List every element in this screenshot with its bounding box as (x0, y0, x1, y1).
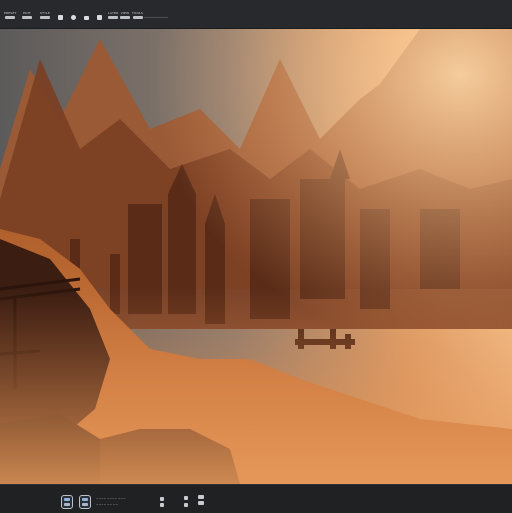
small-icon[interactable] (198, 501, 204, 505)
toolbar-item-tools[interactable]: TOOLS (132, 9, 143, 21)
toolbar-item-indicator (132, 15, 143, 19)
toolbar-item-indicator (108, 15, 119, 19)
toolbar-item-label: PRESET (4, 10, 17, 15)
small-icon[interactable] (184, 503, 188, 507)
fantasy-landscape-image (0, 29, 512, 484)
toolbar-item-edit[interactable]: EDIT (22, 9, 32, 21)
small-icon[interactable] (198, 495, 204, 499)
app-icon-2[interactable] (79, 495, 91, 509)
circle-tool-icon[interactable] (71, 15, 76, 20)
image-canvas[interactable] (0, 29, 512, 484)
toolbar-item-label: TOOLS (132, 10, 144, 15)
toolbar-item-indicator (40, 15, 51, 19)
small-icon[interactable] (184, 496, 188, 500)
toolbar-item-label: VIEW (120, 10, 130, 15)
toolbar-item-label: STYLE (40, 10, 51, 15)
toolbar-item-label: EDIT (23, 10, 31, 15)
bottom-dock: ~~~~ ~~~~ ~~~ ~~~~ ~~ ~~ (0, 484, 512, 513)
brush-icon[interactable] (58, 15, 63, 20)
toolbar-item-indicator (5, 15, 16, 19)
menu-icon[interactable] (84, 16, 89, 20)
toolbar-item-indicator (22, 15, 32, 19)
dock-label-2: ~~~~ ~~ ~~ (96, 502, 119, 506)
small-icon[interactable] (160, 503, 164, 507)
toolbar-item-style[interactable]: STYLE (40, 9, 51, 21)
small-icon[interactable] (160, 497, 164, 501)
download-icon[interactable] (97, 15, 102, 20)
dock-label-1: ~~~~ ~~~~ ~~~ (96, 496, 126, 500)
toolbar-item-indicator (120, 15, 130, 19)
toolbar-item-layer[interactable]: LAYER (108, 9, 119, 21)
app-icon-1[interactable] (61, 495, 73, 509)
top-toolbar: PRESET EDIT STYLE LAYER VIEW TOOLS (0, 0, 512, 29)
toolbar-divider (144, 17, 168, 18)
toolbar-item-label: LAYER (108, 10, 119, 15)
toolbar-item-preset[interactable]: PRESET (4, 9, 17, 21)
toolbar-item-view[interactable]: VIEW (120, 9, 130, 21)
